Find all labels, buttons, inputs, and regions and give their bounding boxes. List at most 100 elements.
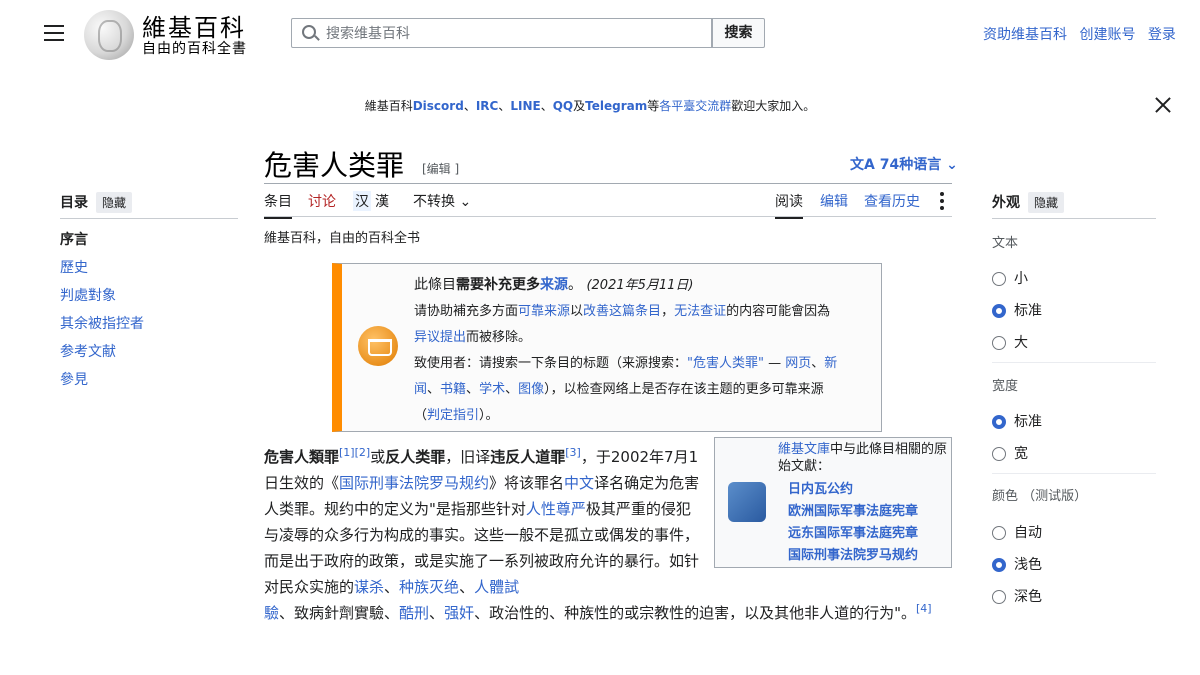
- search-term-link[interactable]: "危害人类罪": [687, 356, 764, 371]
- reference-link[interactable]: [2]: [355, 446, 371, 459]
- verifiability-link[interactable]: 无法查证: [674, 304, 726, 319]
- toc-item-judged[interactable]: 判處對象: [60, 286, 144, 314]
- lead-paragraph: 危害人類罪[1][2]或反人类罪，旧译违反人道罪[3]，于2002年7月1日生效…: [264, 440, 704, 600]
- groups-link[interactable]: 各平臺交流群: [659, 99, 731, 113]
- width-standard-option[interactable]: 标准: [992, 411, 1042, 431]
- radio-button[interactable]: [992, 590, 1006, 604]
- login-link[interactable]: 登录: [1148, 27, 1176, 43]
- reliable-sources-link[interactable]: 可靠来源: [518, 304, 570, 319]
- wikisource-link[interactable]: 維基文庫: [778, 442, 830, 457]
- toc-hide-button[interactable]: 隐藏: [96, 192, 133, 213]
- radio-button[interactable]: [992, 558, 1006, 572]
- radio-label: 浅色: [1014, 557, 1042, 573]
- search-icon: [302, 25, 316, 39]
- tab-read[interactable]: 阅读: [775, 191, 803, 219]
- page-title: 危害人类罪: [264, 149, 405, 182]
- create-account-link[interactable]: 创建账号: [1079, 27, 1135, 43]
- radio-button[interactable]: [992, 447, 1006, 461]
- variant-hans[interactable]: 汉: [353, 191, 371, 211]
- text-size-small-option[interactable]: 小: [992, 268, 1028, 288]
- telegram-link[interactable]: Telegram: [585, 99, 647, 113]
- text-size-large-option[interactable]: 大: [992, 332, 1028, 352]
- notice-title-emphasis: 需要补充更多: [456, 277, 540, 293]
- rape-link[interactable]: 强奸: [444, 604, 474, 622]
- challenge-link[interactable]: 异议提出: [414, 330, 466, 345]
- notice-text: 致使用者：请搜索一下条目的标题（来源搜索：: [414, 356, 688, 371]
- notice-title-text: 此條目: [414, 277, 456, 293]
- wikisource-links: 日内瓦公约 欧洲国际军事法庭宪章 远东国际军事法庭宪章 国际刑事法院罗马规约: [788, 479, 918, 567]
- tab-article[interactable]: 条目: [264, 191, 292, 219]
- search-images-link[interactable]: 图像: [518, 382, 544, 397]
- radio-button[interactable]: [992, 526, 1006, 540]
- line-link[interactable]: LINE: [510, 99, 540, 113]
- divider: [992, 473, 1156, 474]
- text-size-label: 文本: [992, 236, 1019, 251]
- wikisource-doc-link[interactable]: 国际刑事法院罗马规约: [788, 545, 918, 567]
- tab-edit[interactable]: 编辑: [820, 191, 848, 217]
- radio-button[interactable]: [992, 304, 1006, 318]
- search-books-link[interactable]: 书籍: [440, 382, 466, 397]
- improve-article-link[interactable]: 改善这篇条目: [583, 304, 661, 319]
- human-dignity-link[interactable]: 人性尊严: [526, 500, 586, 518]
- wikisource-logo-icon: [728, 482, 766, 522]
- notice-text: ，: [661, 304, 675, 319]
- logo-tagline: 自由的百科全書: [142, 41, 247, 57]
- search-scholar-link[interactable]: 学术: [479, 382, 505, 397]
- torture-link[interactable]: 酷刑: [399, 604, 429, 622]
- color-auto-option[interactable]: 自动: [992, 522, 1042, 542]
- variant-dropdown[interactable]: 不转换 ⌄: [413, 191, 471, 217]
- radio-button[interactable]: [992, 415, 1006, 429]
- reference-link[interactable]: [1]: [339, 446, 355, 459]
- toc-item-others[interactable]: 其余被指控者: [60, 314, 144, 342]
- wikisource-doc-link[interactable]: 日内瓦公约: [788, 479, 918, 501]
- body-text: 、致病針劑實驗、: [279, 604, 400, 622]
- human-experimentation-link[interactable]: 人體試: [474, 578, 519, 596]
- search-news-link[interactable]: 闻: [414, 382, 427, 397]
- reference-link[interactable]: [3]: [565, 446, 581, 459]
- toc-item-references[interactable]: 参考文献: [60, 342, 144, 370]
- search-button[interactable]: 搜索: [712, 18, 765, 48]
- edit-title-link[interactable]: [编辑 ]: [422, 160, 459, 177]
- appearance-hide-button[interactable]: 隐藏: [1028, 192, 1065, 213]
- search-web-link[interactable]: 网页: [785, 356, 811, 371]
- tab-history[interactable]: 查看历史: [864, 191, 920, 217]
- chinese-link[interactable]: 中文: [564, 474, 594, 492]
- color-label: 颜色 （测试版）: [992, 489, 1088, 504]
- search-box[interactable]: [291, 18, 712, 48]
- irc-link[interactable]: IRC: [476, 99, 499, 113]
- murder-link[interactable]: 谋杀: [354, 578, 384, 596]
- rome-statute-link[interactable]: 国际刑事法院罗马规约: [339, 474, 489, 492]
- wikipedia-globe-logo-icon[interactable]: [84, 10, 134, 60]
- toc-item-history[interactable]: 歷史: [60, 258, 144, 286]
- search-news-link[interactable]: 新: [824, 356, 837, 371]
- variant-hant[interactable]: 漢: [375, 191, 389, 217]
- radio-label: 小: [1014, 271, 1028, 287]
- radio-button[interactable]: [992, 272, 1006, 286]
- text-size-standard-option[interactable]: 标准: [992, 300, 1042, 320]
- tab-talk[interactable]: 讨论: [308, 191, 336, 217]
- color-dark-option[interactable]: 深色: [992, 586, 1042, 606]
- discord-link[interactable]: Discord: [413, 99, 464, 113]
- guideline-link[interactable]: 判定指引: [427, 408, 479, 423]
- search-input[interactable]: [324, 23, 698, 45]
- reference-link[interactable]: [4]: [916, 602, 932, 615]
- main-menu-button[interactable]: [40, 20, 68, 48]
- radio-button[interactable]: [992, 336, 1006, 350]
- menu-icon-bar: [44, 32, 64, 34]
- toc-item-see-also[interactable]: 參見: [60, 370, 144, 398]
- color-light-option[interactable]: 浅色: [992, 554, 1042, 574]
- sources-link[interactable]: 来源: [540, 277, 568, 293]
- toc-item-intro[interactable]: 序言: [60, 230, 144, 258]
- human-experimentation-link[interactable]: 驗: [264, 604, 279, 622]
- wikisource-doc-link[interactable]: 欧洲国际军事法庭宪章: [788, 501, 918, 523]
- width-wide-option[interactable]: 宽: [992, 443, 1028, 463]
- wikisource-doc-link[interactable]: 远东国际军事法庭宪章: [788, 523, 918, 545]
- notice-text: 以: [570, 304, 584, 319]
- qq-link[interactable]: QQ: [553, 99, 573, 113]
- more-options-icon[interactable]: [940, 190, 946, 213]
- close-icon[interactable]: [1153, 95, 1173, 115]
- donate-link[interactable]: 资助维基百科: [983, 27, 1067, 43]
- translate-icon: 文A: [850, 157, 875, 173]
- genocide-link[interactable]: 种族灭绝: [399, 578, 459, 596]
- language-button[interactable]: 文A 74种语言 ⌄: [850, 154, 958, 174]
